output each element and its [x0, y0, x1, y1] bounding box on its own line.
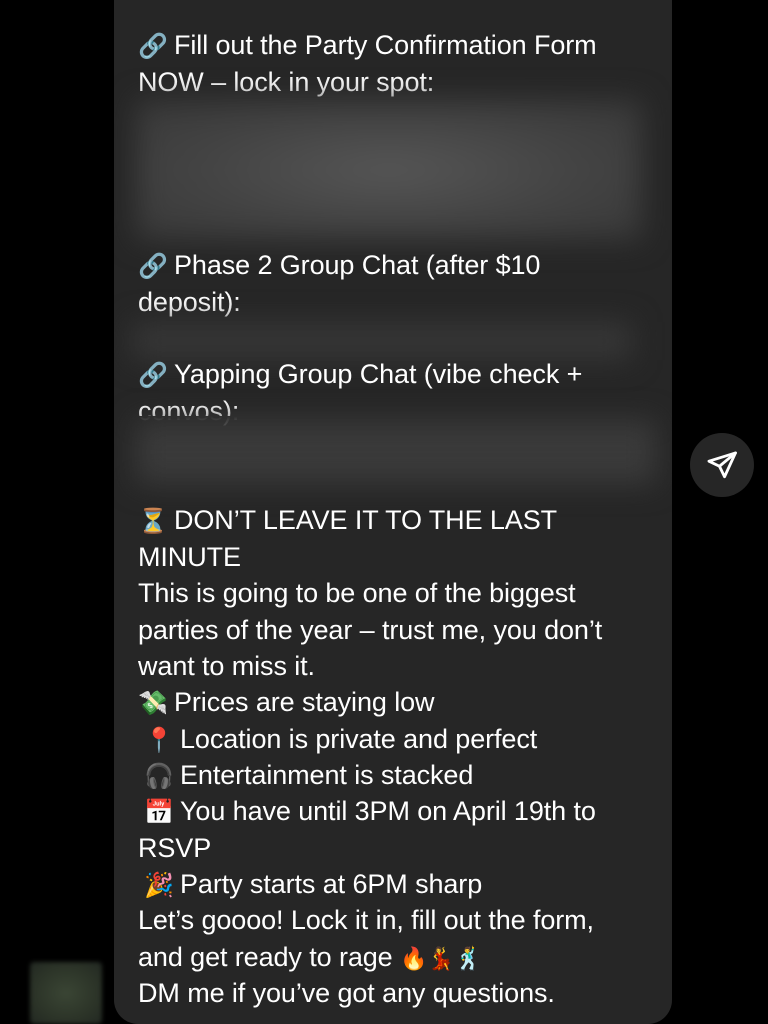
urgency-heading: ⏳ DON’T LEAVE IT TO THE LAST: [138, 502, 557, 540]
line-text: Fill out the Party Confirmation Form: [174, 30, 597, 60]
pin-icon: 📍: [144, 727, 174, 754]
bullet-deadline: 📅 You have until 3PM on April 19th to: [138, 793, 596, 831]
bullet-entertainment: 🎧 Entertainment is stacked: [138, 757, 473, 795]
bullet-deadline-cont: RSVP: [138, 830, 211, 867]
line-text: DON’T LEAVE IT TO THE LAST: [174, 505, 558, 535]
form-link-heading: 🔗 Fill out the Party Confirmation Form: [138, 27, 597, 65]
party-popper-icon: 🎉: [144, 872, 174, 899]
share-button[interactable]: [690, 433, 754, 497]
line-text: You have until 3PM on April 19th to: [180, 796, 596, 826]
line-text: MINUTE: [138, 542, 241, 572]
line-text: Let’s goooo! Lock it in, fill out the fo…: [138, 905, 594, 935]
money-icon: 💸: [138, 690, 168, 717]
bullet-start-time: 🎉 Party starts at 6PM sharp: [138, 866, 482, 904]
line-text: and get ready to rage: [138, 942, 393, 972]
line-text: This is going to be one of the biggest: [138, 578, 576, 608]
line-text: DM me if you’ve got any questions.: [138, 978, 555, 1008]
line-text: NOW – lock in your spot:: [138, 67, 435, 97]
line-text: Phase 2 Group Chat (after $10: [174, 250, 541, 280]
bullet-location: 📍 Location is private and perfect: [138, 721, 537, 759]
line-text: Entertainment is stacked: [180, 760, 474, 790]
line-text: Prices are staying low: [174, 687, 435, 717]
body-line: want to miss it.: [138, 648, 315, 685]
message-bubble[interactable]: 🔗 Fill out the Party Confirmation Form NO…: [114, 0, 672, 1024]
calendar-icon: 📅: [144, 799, 174, 826]
hourglass-icon: ⏳: [138, 508, 168, 535]
line-text: Yapping Group Chat (vibe check +: [174, 359, 583, 389]
body-line: parties of the year – trust me, you don’…: [138, 612, 602, 649]
headphones-icon: 🎧: [144, 763, 174, 790]
fire-dance-emojis: 🔥💃🕺: [400, 946, 482, 971]
phase2-chat-heading: 🔗 Phase 2 Group Chat (after $10: [138, 247, 540, 285]
link-icon: 🔗: [138, 362, 168, 389]
line-text: RSVP: [138, 833, 212, 863]
redacted-yapping-link: [136, 420, 656, 484]
line-text: Location is private and perfect: [180, 724, 538, 754]
body-line: This is going to be one of the biggest: [138, 575, 576, 612]
yapping-chat-heading: 🔗 Yapping Group Chat (vibe check +: [138, 356, 582, 394]
redacted-phase2-link: [132, 322, 632, 360]
line-text: want to miss it.: [138, 651, 315, 681]
line-text: Party starts at 6PM sharp: [180, 869, 483, 899]
link-icon: 🔗: [138, 33, 168, 60]
urgency-heading-cont: MINUTE: [138, 539, 241, 576]
phase2-chat-heading-cont: deposit):: [138, 284, 241, 321]
body-line: and get ready to rage 🔥💃🕺: [138, 939, 482, 977]
body-line: DM me if you’ve got any questions.: [138, 975, 555, 1012]
body-line: Let’s goooo! Lock it in, fill out the fo…: [138, 902, 594, 939]
link-icon: 🔗: [138, 253, 168, 280]
sender-thumbnail[interactable]: [30, 962, 102, 1024]
line-text: parties of the year – trust me, you don’…: [138, 615, 603, 645]
bullet-prices: 💸 Prices are staying low: [138, 684, 435, 722]
paper-plane-icon: [707, 451, 737, 479]
redacted-form-link: [136, 100, 642, 240]
form-link-heading-cont: NOW – lock in your spot:: [138, 64, 434, 101]
line-text: deposit):: [138, 287, 241, 317]
